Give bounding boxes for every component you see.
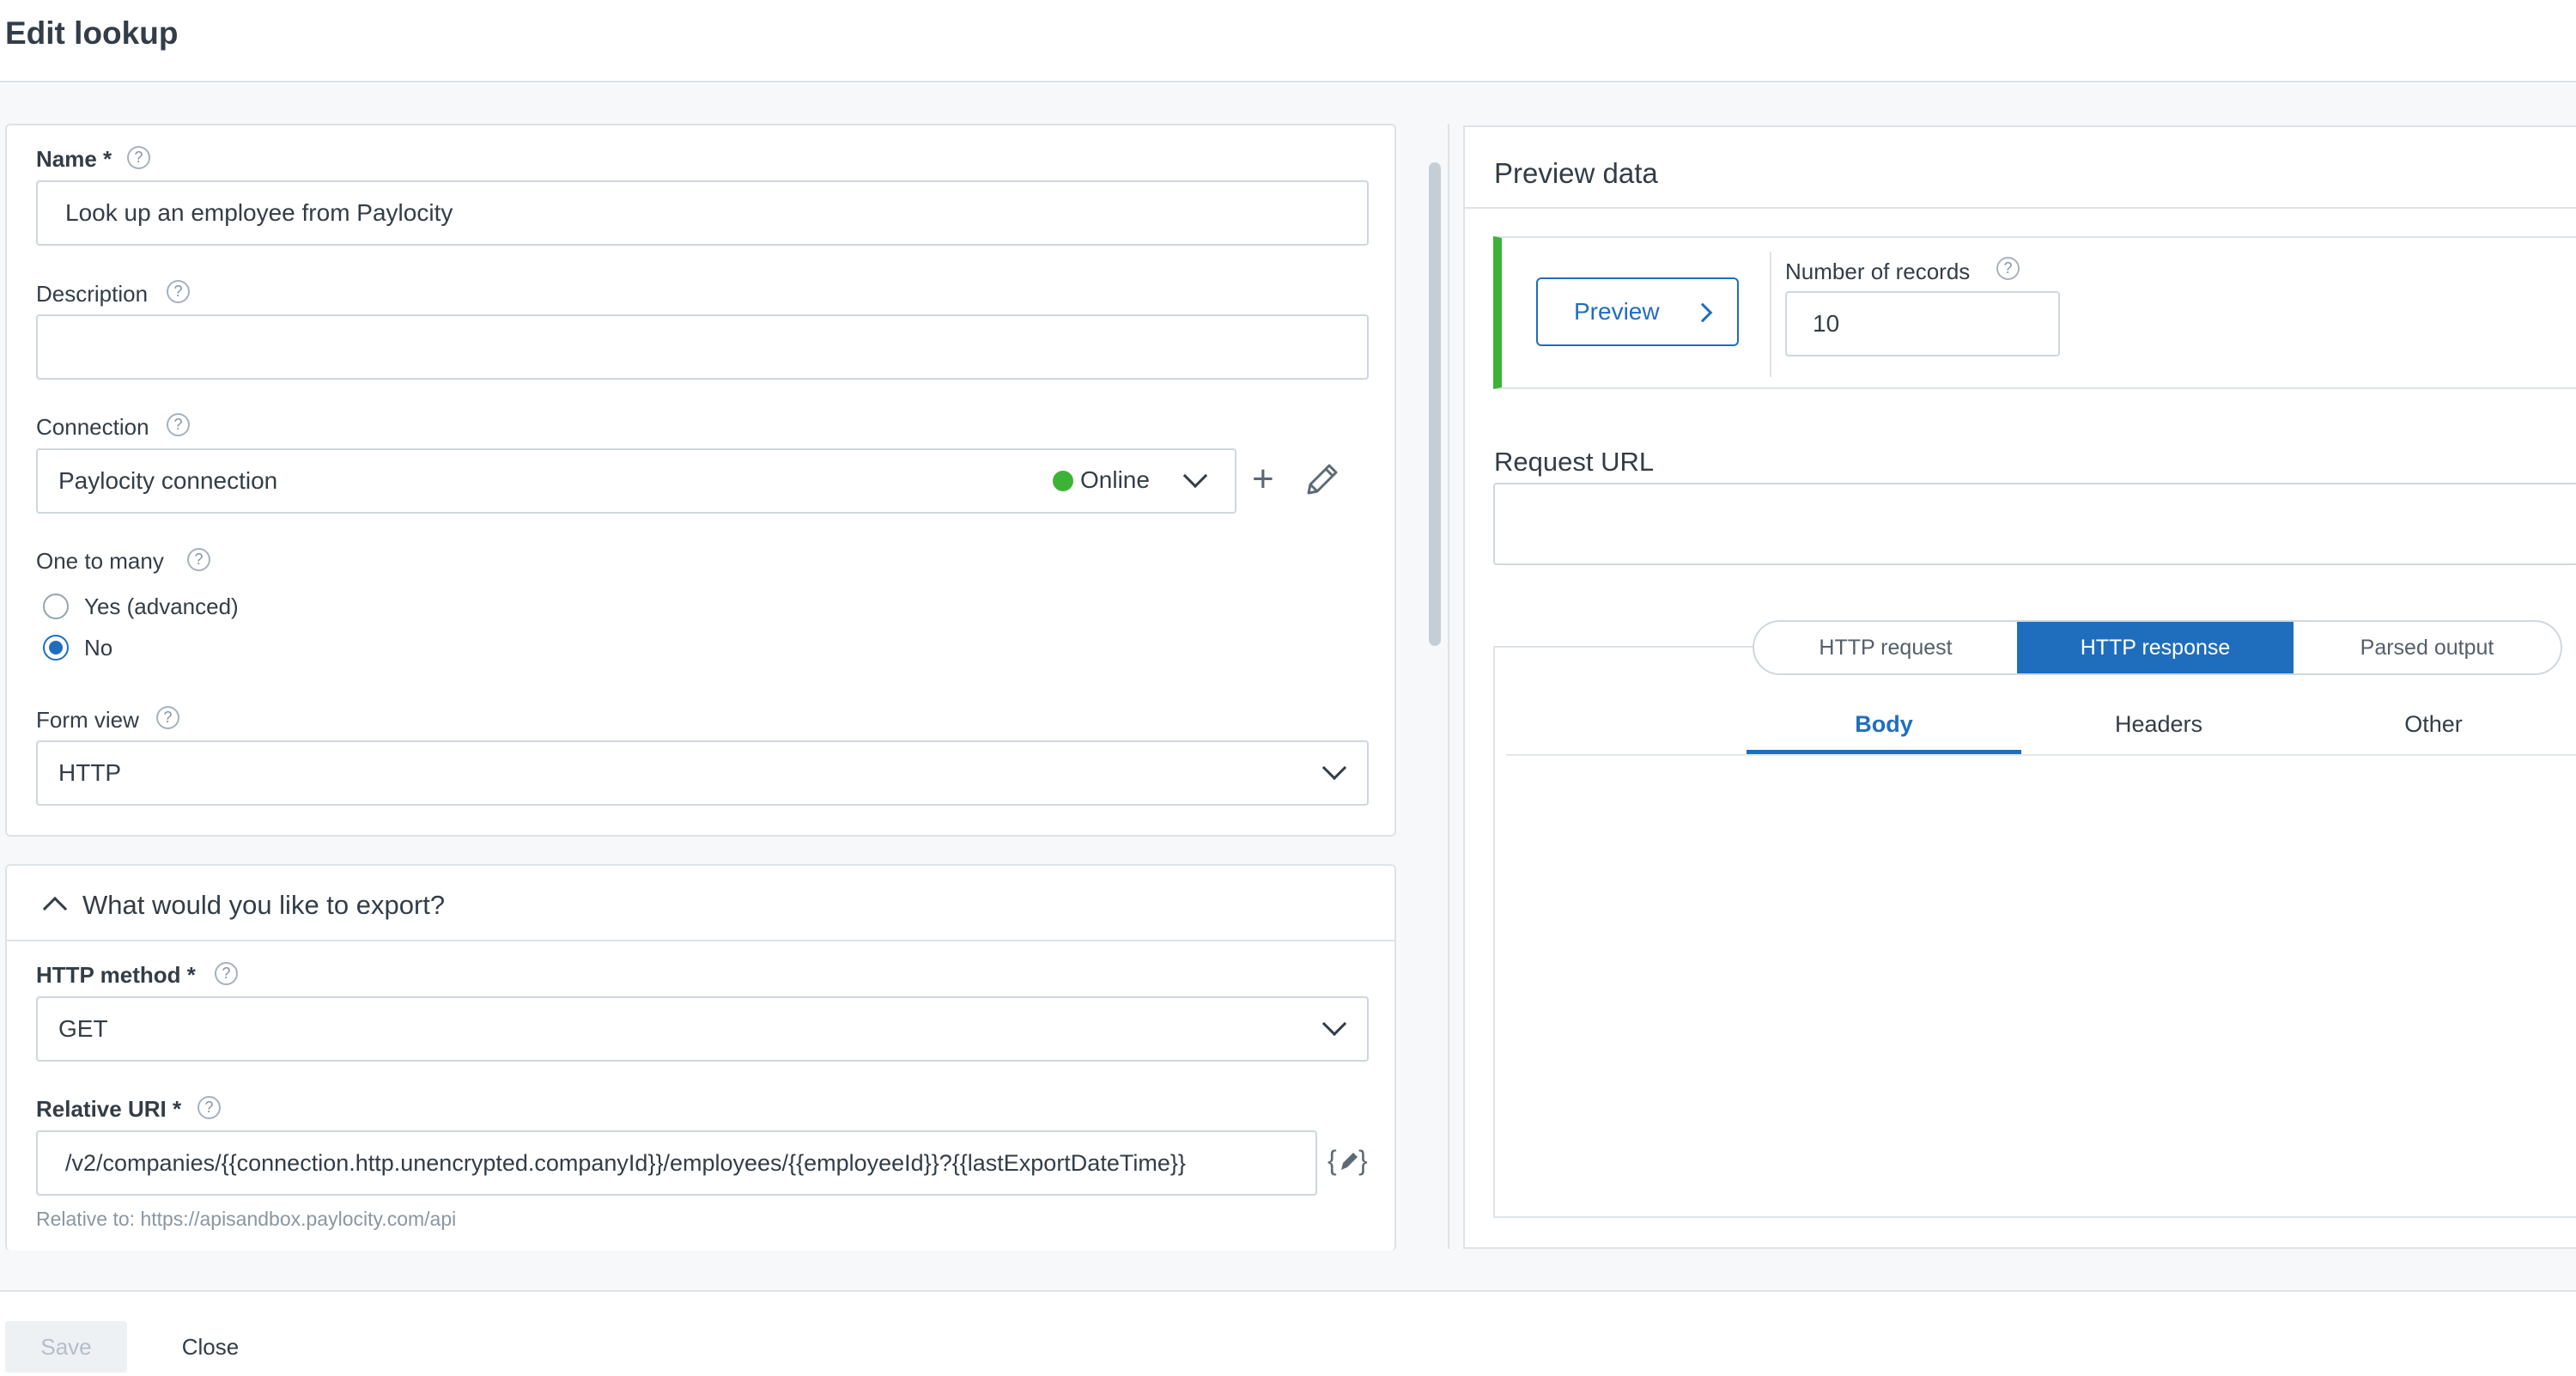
help-icon[interactable]: ? [127, 146, 150, 169]
plus-icon[interactable]: + [1252, 460, 1274, 498]
relative-uri-hint: Relative to: https://apisandbox.paylocit… [36, 1208, 457, 1230]
export-section-header[interactable]: What would you like to export? [7, 866, 1394, 941]
active-tab-indicator [1747, 750, 2021, 754]
chevron-down-icon [1321, 1011, 1347, 1037]
handlebars-edit-icon[interactable]: { } [1327, 1142, 1369, 1180]
connection-label: Connection [36, 414, 149, 440]
segment-tabs: HTTP request HTTP response Parsed output [1753, 620, 2562, 675]
tab-parsed-output[interactable]: Parsed output [2293, 622, 2561, 673]
radio-label-yes: Yes (advanced) [84, 594, 239, 619]
description-input[interactable] [36, 314, 1369, 380]
svg-text:}: } [1358, 1145, 1368, 1176]
form-view-select[interactable]: HTTP [36, 740, 1369, 806]
relative-uri-input[interactable]: /v2/companies/{{connection.http.unencryp… [36, 1130, 1317, 1196]
tab-body[interactable]: Body [1747, 711, 2021, 738]
records-label: Number of records [1785, 259, 1971, 284]
tab-headers[interactable]: Headers [2021, 711, 2296, 738]
one-to-many-label: One to many [36, 548, 164, 574]
connection-select[interactable]: Paylocity connection Online [36, 448, 1236, 514]
chevron-down-icon [1182, 463, 1208, 489]
help-icon[interactable]: ? [197, 1096, 221, 1119]
sub-tabs-divider [1506, 754, 2576, 756]
close-button[interactable]: Close [155, 1321, 266, 1373]
preview-title: Preview data [1494, 157, 1658, 189]
export-card: What would you like to export? HTTP meth… [5, 864, 1396, 1251]
help-icon[interactable]: ? [187, 548, 210, 571]
connection-select-value: Paylocity connection [58, 467, 278, 494]
records-input[interactable]: 10 [1785, 291, 2060, 356]
request-url-label: Request URL [1494, 447, 1655, 477]
save-button[interactable]: Save [5, 1321, 127, 1373]
footer-bar: Save Close [0, 1290, 2576, 1376]
connection-status: Online [1080, 466, 1150, 493]
tab-http-response[interactable]: HTTP response [2017, 622, 2293, 673]
online-status-dot [1053, 471, 1073, 491]
name-input-value: Look up an employee from Paylocity [65, 199, 453, 226]
preview-title-divider [1465, 207, 2576, 209]
radio-button-no[interactable] [43, 635, 69, 661]
pencil-icon[interactable] [1302, 460, 1341, 500]
controls-separator [1770, 252, 1771, 377]
help-icon[interactable]: ? [1996, 257, 2020, 280]
preview-button-label: Preview [1574, 298, 1660, 325]
svg-text:{: { [1327, 1145, 1337, 1176]
radio-label-no: No [84, 635, 113, 661]
http-method-select[interactable]: GET [36, 996, 1369, 1062]
form-scrollbar[interactable] [1429, 162, 1441, 646]
tab-http-request[interactable]: HTTP request [1754, 622, 2017, 673]
http-method-select-value: GET [58, 1015, 108, 1042]
relative-uri-input-value: /v2/companies/{{connection.http.unencryp… [65, 1150, 1186, 1176]
help-icon[interactable]: ? [167, 280, 190, 303]
help-icon[interactable]: ? [167, 413, 190, 436]
preview-panel: Preview data Preview Number of records ?… [1463, 125, 2576, 1249]
help-icon[interactable]: ? [156, 706, 179, 729]
tab-other[interactable]: Other [2296, 711, 2571, 738]
panel-divider [1448, 124, 1449, 1249]
preview-controls: Preview Number of records ? 10 [1493, 236, 2576, 389]
chevron-right-icon [1692, 302, 1713, 323]
help-icon[interactable]: ? [215, 962, 238, 985]
page-header: Edit lookup [0, 0, 2576, 82]
request-url-field [1493, 483, 2576, 565]
radio-button-yes[interactable] [43, 594, 69, 619]
chevron-down-icon [1321, 755, 1347, 781]
export-section-title: What would you like to export? [82, 890, 446, 920]
preview-button[interactable]: Preview [1536, 277, 1739, 346]
relative-uri-label: Relative URI * [36, 1096, 182, 1122]
records-input-value: 10 [1813, 310, 1840, 337]
description-label: Description [36, 281, 149, 307]
name-label: Name * [36, 146, 112, 172]
page-title: Edit lookup [5, 15, 179, 51]
chevron-up-icon [42, 896, 68, 922]
http-method-label: HTTP method * [36, 962, 196, 988]
form-view-label: Form view [36, 707, 139, 733]
general-settings-card: Name * ? Look up an employee from Payloc… [5, 124, 1396, 837]
name-input[interactable]: Look up an employee from Paylocity [36, 180, 1369, 246]
form-view-select-value: HTTP [58, 759, 122, 786]
